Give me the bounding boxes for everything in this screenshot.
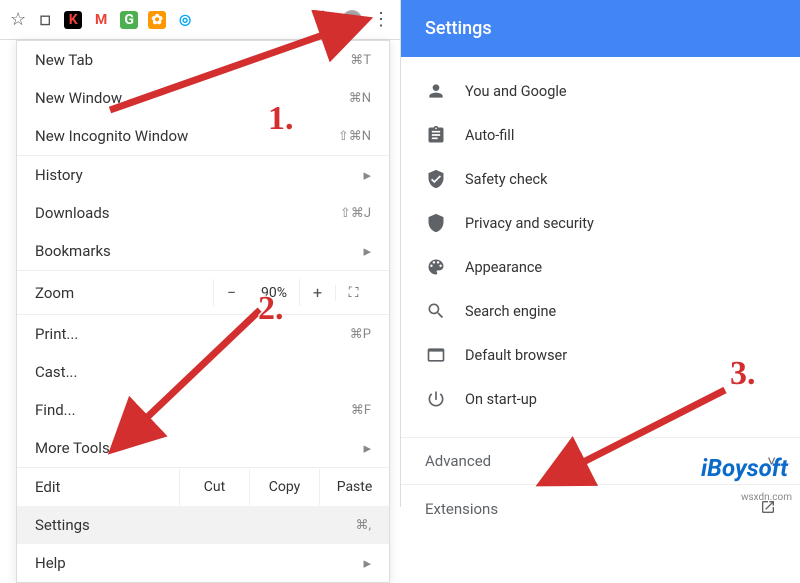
zoom-label: Zoom: [35, 284, 213, 302]
browser-toolbar: ☆ ◻ K M G ✿ ◎ ⋮: [0, 0, 400, 40]
shortcut: ⇧⌘N: [338, 129, 371, 144]
label: Extensions: [425, 500, 498, 518]
menu-history[interactable]: History ▸: [17, 156, 389, 194]
search-icon: [425, 300, 447, 322]
extensions-puzzle-icon[interactable]: [316, 10, 332, 30]
chevron-right-icon: ▸: [363, 554, 371, 572]
menu-label: Bookmarks: [35, 242, 111, 260]
shortcut: ⌘T: [350, 53, 371, 68]
shortcut: ⇧⌘J: [340, 206, 371, 221]
extension-icon-5[interactable]: ✿: [148, 11, 166, 29]
menu-settings[interactable]: Settings ⌘,: [17, 506, 389, 544]
shield-check-icon: [425, 168, 447, 190]
label: Advanced: [425, 452, 491, 470]
menu-label: New Tab: [35, 51, 93, 69]
zoom-out-button[interactable]: −: [213, 279, 249, 306]
menu-new-tab[interactable]: New Tab ⌘T: [17, 41, 389, 79]
chrome-menu-pane: ☆ ◻ K M G ✿ ◎ ⋮ New Tab ⌘T New Window ⌘N…: [0, 0, 400, 507]
extension-icon-2[interactable]: K: [64, 11, 82, 29]
menu-more-tools[interactable]: More Tools ▸: [17, 429, 389, 467]
zoom-value: 90%: [249, 285, 299, 301]
edit-label: Edit: [35, 468, 179, 506]
menu-find[interactable]: Find... ⌘F: [17, 391, 389, 429]
label: Safety check: [465, 171, 547, 188]
settings-autofill[interactable]: Auto-fill: [401, 113, 800, 157]
shortcut: ⌘P: [350, 327, 371, 342]
settings-nav: You and Google Auto-fill Safety check Pr…: [401, 57, 800, 433]
settings-advanced[interactable]: Advanced ˅: [401, 437, 800, 484]
label: Appearance: [465, 259, 542, 276]
label: Default browser: [465, 347, 567, 364]
extension-icon-1[interactable]: ◻: [36, 11, 54, 29]
zoom-in-button[interactable]: +: [299, 279, 335, 306]
menu-label: Find...: [35, 401, 76, 419]
menu-label: Downloads: [35, 204, 110, 222]
menu-new-incognito[interactable]: New Incognito Window ⇧⌘N: [17, 117, 389, 155]
chrome-dropdown-menu: New Tab ⌘T New Window ⌘N New Incognito W…: [16, 40, 390, 583]
shortcut: ⌘,: [355, 518, 371, 533]
extension-icon-4[interactable]: G: [120, 11, 138, 29]
person-icon: [425, 80, 447, 102]
power-icon: [425, 388, 447, 410]
chrome-settings-pane: Settings You and Google Auto-fill Safety…: [400, 0, 800, 507]
chevron-right-icon: ▸: [363, 242, 371, 260]
clipboard-icon: [425, 124, 447, 146]
menu-help[interactable]: Help ▸: [17, 544, 389, 582]
chevron-right-icon: ▸: [363, 439, 371, 457]
chevron-down-icon: ˅: [767, 452, 776, 470]
settings-extensions[interactable]: Extensions: [401, 484, 800, 533]
extension-icon-3[interactable]: M: [92, 11, 110, 29]
settings-safety-check[interactable]: Safety check: [401, 157, 800, 201]
menu-label: Print...: [35, 325, 78, 343]
external-link-icon: [760, 499, 776, 519]
label: You and Google: [465, 83, 567, 100]
menu-label: Help: [35, 554, 66, 572]
extension-icon-6[interactable]: ◎: [176, 11, 194, 29]
menu-bookmarks[interactable]: Bookmarks ▸: [17, 232, 389, 270]
settings-privacy[interactable]: Privacy and security: [401, 201, 800, 245]
menu-label: New Incognito Window: [35, 127, 188, 145]
menu-label: New Window: [35, 89, 122, 107]
cut-button[interactable]: Cut: [179, 469, 249, 505]
menu-new-window[interactable]: New Window ⌘N: [17, 79, 389, 117]
menu-downloads[interactable]: Downloads ⇧⌘J: [17, 194, 389, 232]
palette-icon: [425, 256, 447, 278]
menu-label: History: [35, 166, 83, 184]
menu-edit: Edit Cut Copy Paste: [17, 467, 389, 506]
settings-header: Settings: [401, 0, 800, 57]
label: Privacy and security: [465, 215, 594, 232]
more-menu-button[interactable]: ⋮: [372, 11, 390, 29]
profile-avatar-icon[interactable]: [342, 10, 362, 30]
browser-icon: [425, 344, 447, 366]
settings-on-startup[interactable]: On start-up: [401, 377, 800, 421]
menu-label: Cast...: [35, 363, 77, 381]
settings-appearance[interactable]: Appearance: [401, 245, 800, 289]
shortcut: ⌘F: [351, 403, 371, 418]
settings-default-browser[interactable]: Default browser: [401, 333, 800, 377]
fullscreen-button[interactable]: ⛶: [335, 285, 371, 301]
shortcut: ⌘N: [349, 91, 371, 106]
chevron-right-icon: ▸: [363, 166, 371, 184]
shield-icon: [425, 212, 447, 234]
menu-label: More Tools: [35, 439, 110, 457]
menu-zoom: Zoom − 90% + ⛶: [17, 271, 389, 314]
label: Search engine: [465, 303, 556, 320]
menu-cast[interactable]: Cast...: [17, 353, 389, 391]
settings-you-and-google[interactable]: You and Google: [401, 69, 800, 113]
bookmark-star-icon[interactable]: ☆: [10, 9, 26, 30]
copy-button[interactable]: Copy: [249, 469, 319, 505]
menu-print[interactable]: Print... ⌘P: [17, 315, 389, 353]
label: Auto-fill: [465, 127, 514, 144]
settings-search-engine[interactable]: Search engine: [401, 289, 800, 333]
paste-button[interactable]: Paste: [319, 469, 389, 505]
label: On start-up: [465, 391, 537, 408]
menu-label: Settings: [35, 516, 90, 534]
